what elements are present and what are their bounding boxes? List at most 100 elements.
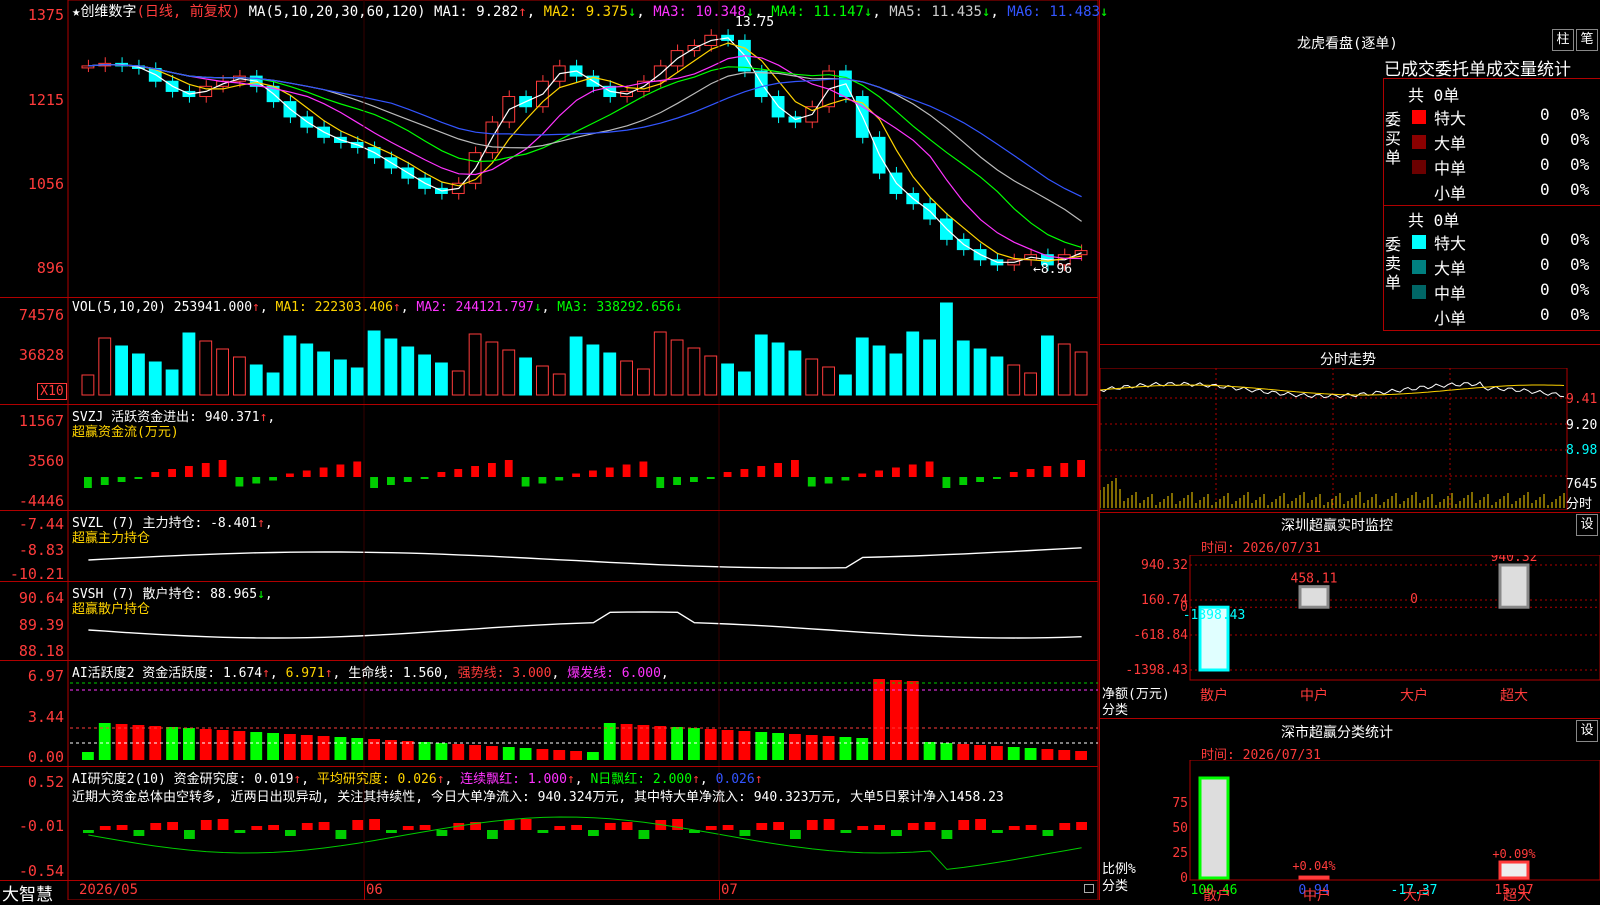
activity-bar xyxy=(772,733,784,760)
svzl-ytick-1: -8.83 xyxy=(18,541,64,559)
volume-bar xyxy=(603,352,617,396)
stats2-frame xyxy=(1189,760,1600,881)
volume-bar xyxy=(1041,335,1054,396)
research-bar xyxy=(806,820,818,830)
activity-bar xyxy=(98,723,111,760)
main-ytick-3: 896 xyxy=(36,259,64,277)
volume-bar xyxy=(771,342,785,396)
fund-flow-bar xyxy=(656,477,665,488)
volume-bar xyxy=(115,345,128,396)
fund-flow-bar xyxy=(774,463,782,477)
intraday-title: 分时走势 xyxy=(1320,352,1376,368)
research-bar xyxy=(503,820,515,830)
bar-mode-button[interactable]: 柱 xyxy=(1552,29,1574,51)
stats2-bar xyxy=(1198,776,1230,880)
volume-bar xyxy=(334,359,347,396)
sell-group-label: 委卖单 xyxy=(1385,235,1402,292)
ma2-value: MA2: 9.375 xyxy=(543,4,628,20)
volume-bar xyxy=(418,354,431,396)
ai2-label: AI研究度2(10) 资金研究度: 0.019 xyxy=(72,772,294,787)
volume-bar xyxy=(485,341,499,396)
intraday-chart[interactable] xyxy=(1100,368,1600,510)
fund-flow-bar xyxy=(673,477,681,485)
research-bar xyxy=(268,825,279,830)
monitor-frame xyxy=(1189,555,1600,681)
vol-ma1: MA1: 222303.406 xyxy=(275,300,393,315)
volume-bar xyxy=(233,356,246,396)
svsh-sub: 超赢散户持仓 xyxy=(72,602,151,617)
research-bar xyxy=(638,830,650,839)
fund-flow-bar xyxy=(892,467,900,477)
main-chart-canvas[interactable] xyxy=(0,0,1100,900)
research-bar xyxy=(217,819,229,830)
research-bar xyxy=(705,826,717,830)
vol-value: 253941.000 xyxy=(173,300,253,315)
buy-row-count: 0 xyxy=(1540,105,1550,124)
main-ytick-0: 1375 xyxy=(27,6,64,24)
fund-flow-bar xyxy=(639,461,648,477)
research-bar xyxy=(891,830,902,836)
research-bar xyxy=(941,830,953,839)
sell-row-name: 大单 xyxy=(1434,259,1467,278)
fund-flow-bar xyxy=(824,477,833,484)
sell-color-swatch xyxy=(1412,260,1426,274)
activity-bar xyxy=(300,735,313,760)
fund-flow-bar xyxy=(690,477,698,482)
fund-flow-bar xyxy=(942,477,951,488)
research-bar xyxy=(487,830,498,839)
sell-row-count: 0 xyxy=(1540,230,1550,249)
tick-mode-button[interactable]: 笔 xyxy=(1576,29,1598,51)
ma4-value: MA4: 11.147 xyxy=(771,4,864,20)
volume-bar xyxy=(1024,372,1037,396)
sell-row-name: 中单 xyxy=(1434,284,1467,303)
activity-bar xyxy=(923,742,936,760)
stats2-annotation: +0.04% xyxy=(1292,859,1336,873)
volume-bar xyxy=(805,358,819,396)
monitor-category: 大户 xyxy=(1400,687,1428,704)
research-bar xyxy=(318,822,330,830)
svzl-sub: 超赢主力持仓 xyxy=(72,531,151,546)
monitor-settings-button[interactable]: 设 xyxy=(1576,514,1598,536)
activity-bar xyxy=(603,723,616,760)
lock-icon[interactable] xyxy=(1084,884,1094,893)
intraday-price-1: 9.20 xyxy=(1566,418,1598,433)
svzj-sub: 超赢资金流(万元) xyxy=(72,425,179,440)
research-bar xyxy=(251,826,263,830)
research-bar xyxy=(99,826,111,830)
fund-flow-bar xyxy=(807,477,816,487)
research-bar xyxy=(352,820,364,830)
buy-row-count: 0 xyxy=(1540,130,1550,149)
volume-bar xyxy=(165,369,179,396)
volume-bar xyxy=(1057,343,1071,396)
fund-flow-bar xyxy=(521,477,530,487)
volume-bar xyxy=(502,349,516,396)
svzj-ytick-0: 11567 xyxy=(18,412,64,430)
volume-bar xyxy=(384,338,398,396)
buy-color-swatch xyxy=(1412,160,1426,174)
research-bar xyxy=(874,825,885,830)
activity-bar xyxy=(401,741,414,760)
research-bar xyxy=(419,825,431,830)
vol-ma3: MA3: 338292.656 xyxy=(557,300,675,315)
monitor-bar-label: 458.11 xyxy=(1291,572,1338,587)
ai2-avg: 平均研究度: 0.026 xyxy=(316,772,437,787)
ma-line xyxy=(88,63,1082,198)
activity-bar xyxy=(250,732,263,760)
fund-flow-bar xyxy=(841,477,850,481)
volume-bar xyxy=(586,344,600,396)
volume-bar xyxy=(990,356,1004,396)
buy-row-name: 小单 xyxy=(1434,184,1467,203)
volume-bar xyxy=(637,368,650,396)
stats2-cat-label: 分类 xyxy=(1102,879,1129,894)
ma-line xyxy=(88,63,1082,222)
research-bar xyxy=(975,819,986,830)
fund-flow-bar xyxy=(605,467,614,477)
svsh-ytick-2: 88.18 xyxy=(18,642,64,660)
intraday-price-2: 8.98 xyxy=(1566,443,1598,458)
stats2-settings-button[interactable]: 设 xyxy=(1576,720,1598,742)
ai1-v2: 6.971 xyxy=(285,666,325,681)
ai1-life: 生命线: 1.560 xyxy=(348,666,442,681)
volume-bar xyxy=(704,355,718,396)
fund-flow-bar xyxy=(100,477,109,485)
buy-group-label: 委买单 xyxy=(1385,110,1402,167)
